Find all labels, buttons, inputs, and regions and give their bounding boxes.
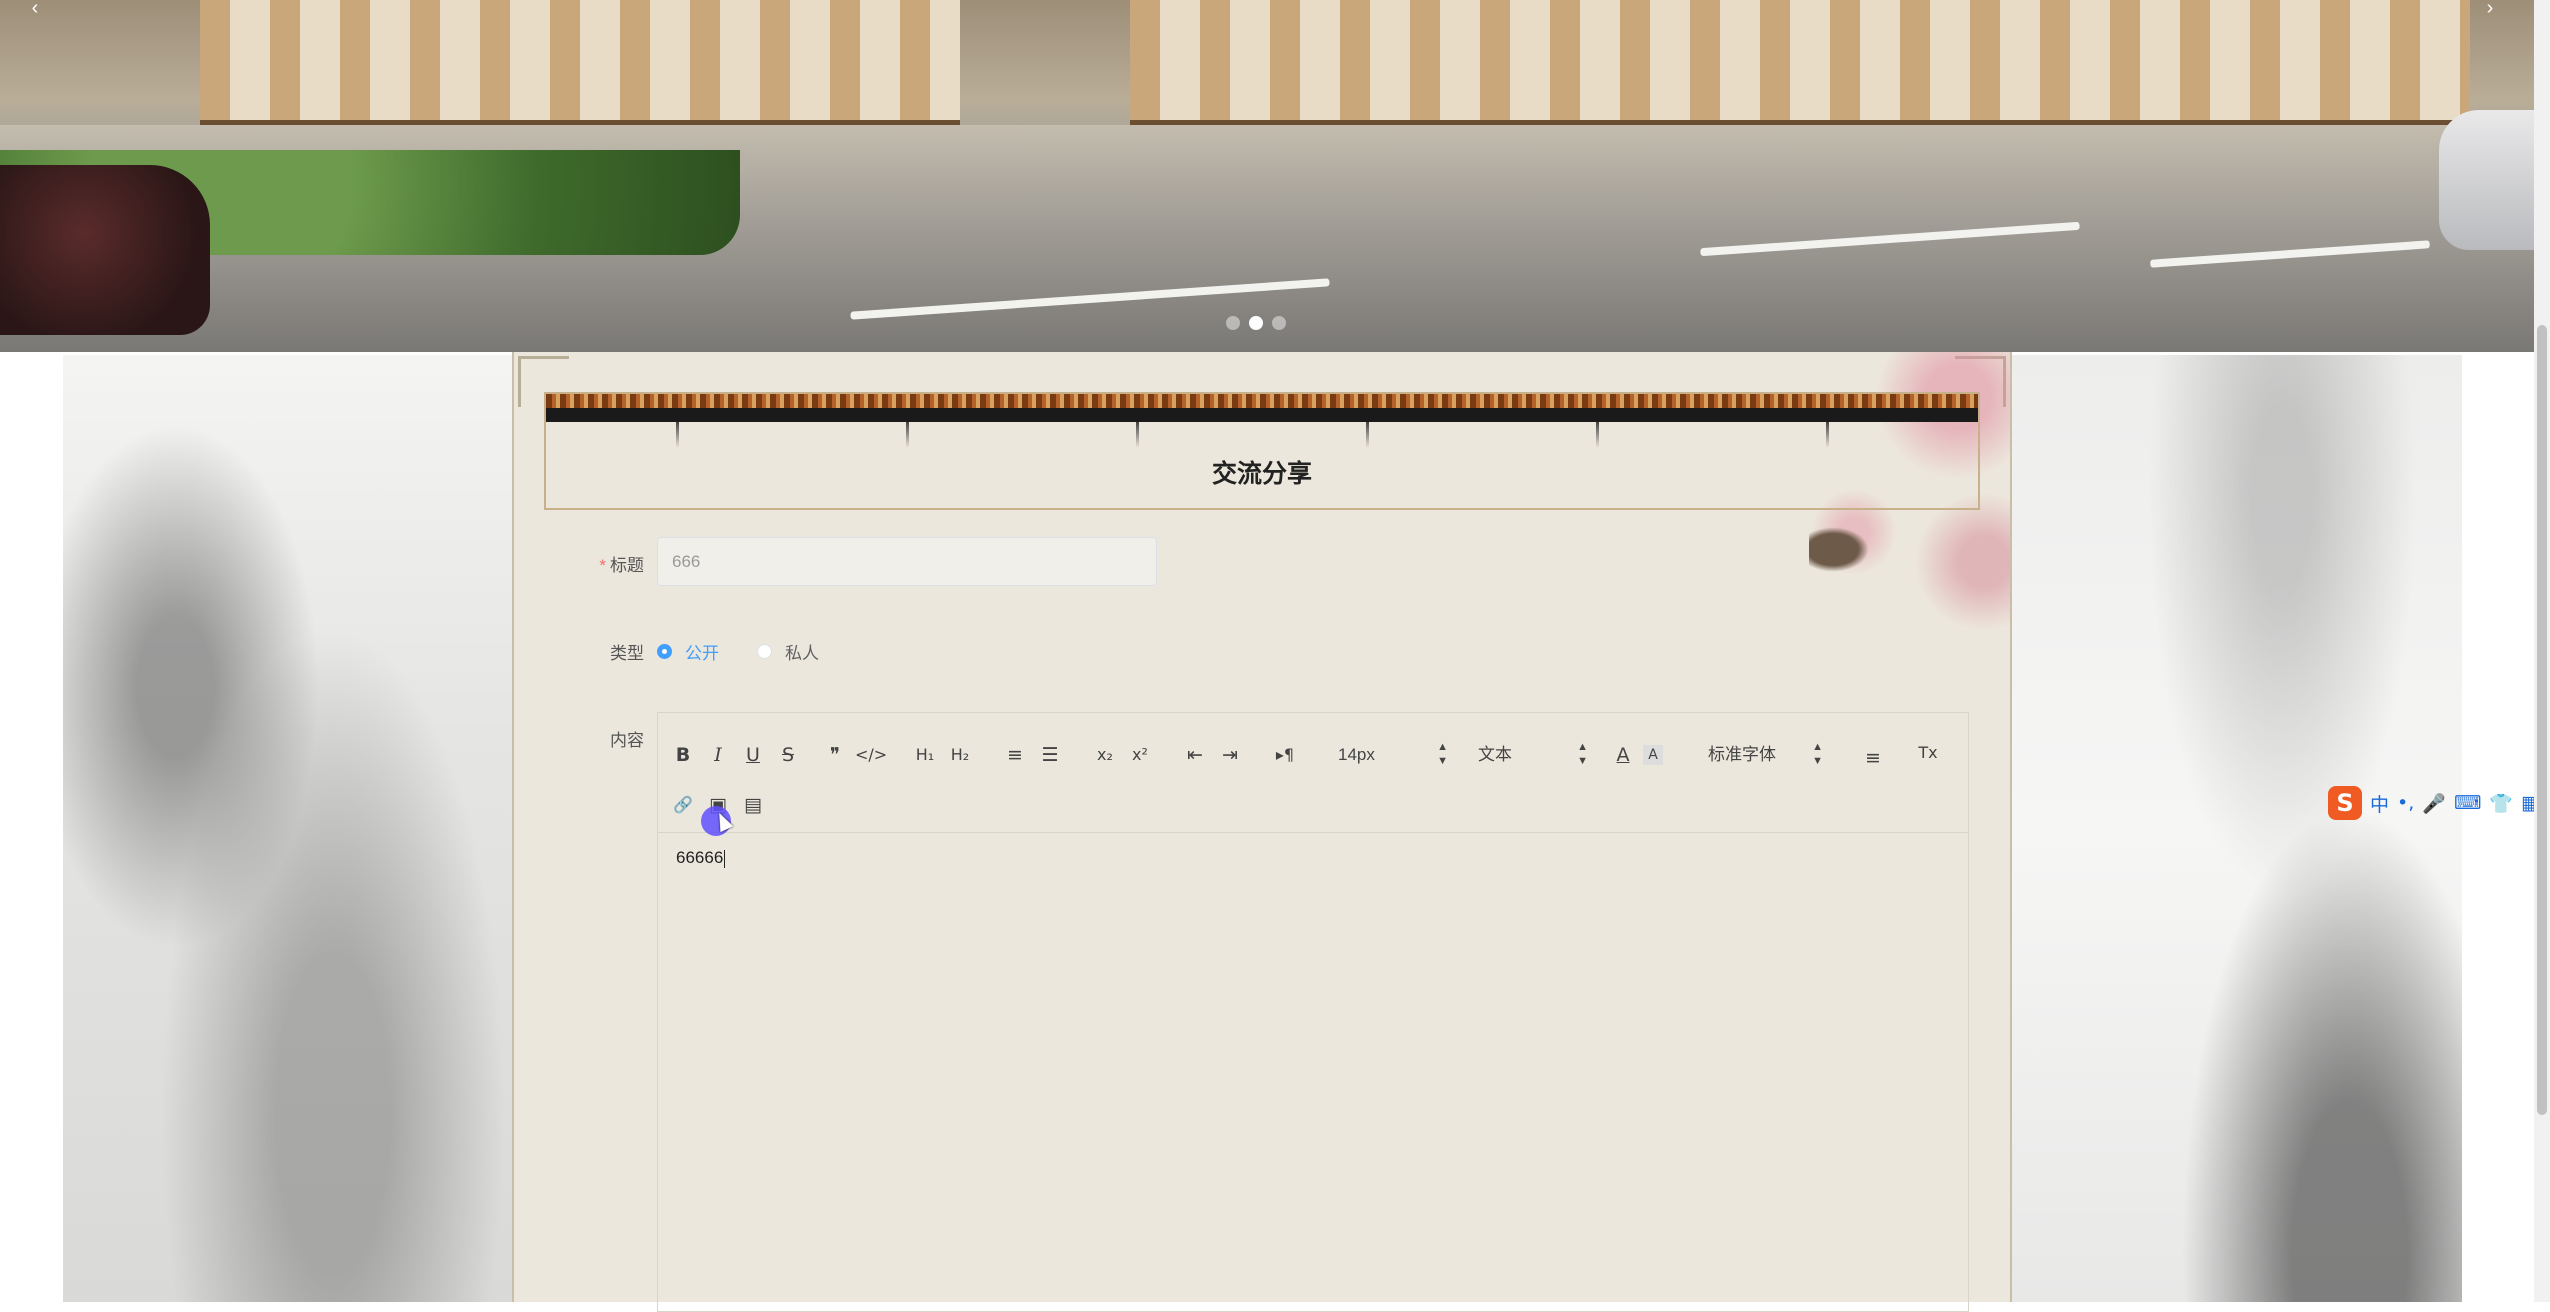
title-label-text: 标题 bbox=[610, 556, 644, 575]
ime-skin-icon[interactable]: 👕 bbox=[2489, 792, 2513, 815]
page-title: 交流分享 bbox=[1211, 460, 1312, 488]
required-mark: * bbox=[599, 556, 606, 575]
blockquote-button[interactable]: ❞ bbox=[820, 740, 850, 770]
header-2-button[interactable]: H₂ bbox=[945, 740, 975, 770]
ime-toolbar: S 中 •, 🎤 ⌨ 👕 ▦ bbox=[2328, 785, 2550, 821]
background-color-button[interactable]: A bbox=[1643, 745, 1663, 765]
clean-format-button[interactable]: Tx bbox=[1913, 738, 1943, 768]
carousel-indicators bbox=[1226, 316, 1286, 330]
header-1-button[interactable]: H₁ bbox=[910, 740, 940, 770]
ink-painting-right bbox=[2012, 355, 2462, 1302]
radio-unchecked-icon bbox=[757, 644, 772, 659]
indent-button[interactable]: ⇥ bbox=[1215, 740, 1245, 770]
type-field-label: 类型 bbox=[610, 644, 644, 663]
page-scrollbar-thumb[interactable] bbox=[2537, 325, 2547, 1115]
superscript-button[interactable]: x² bbox=[1125, 740, 1155, 770]
rich-text-editor: B I U S ❞ </> H₁ H₂ ≡ ☰ x₂ x² ⇤ ⇥ ▸¶ 14p… bbox=[657, 712, 1969, 1312]
align-button[interactable]: ≡ bbox=[1858, 743, 1888, 773]
radio-checked-icon bbox=[657, 644, 672, 659]
type-radio-group: 公开 私人 bbox=[657, 639, 857, 664]
bird-decoration bbox=[1809, 527, 1869, 572]
ime-logo-icon[interactable]: S bbox=[2328, 786, 2362, 820]
ordered-list-button[interactable]: ≡ bbox=[1000, 740, 1030, 770]
editor-text: 66666 bbox=[676, 848, 724, 867]
banner-car bbox=[0, 165, 210, 335]
ime-punctuation-icon[interactable]: •, bbox=[2397, 792, 2414, 814]
banner-building bbox=[1130, 0, 2470, 128]
strike-button[interactable]: S bbox=[773, 740, 803, 770]
picker-arrows-icon: ▲ ▼ bbox=[1437, 741, 1448, 767]
bullet-list-button[interactable]: ☰ bbox=[1035, 740, 1065, 770]
title-field-label: * 标题 bbox=[544, 551, 644, 576]
ime-microphone-icon[interactable]: 🎤 bbox=[2422, 792, 2446, 815]
type-option-label: 私人 bbox=[785, 644, 819, 663]
text-caret bbox=[724, 849, 726, 868]
banner-carousel: ‹ › bbox=[0, 0, 2534, 352]
content-field-label: 内容 bbox=[610, 731, 644, 750]
underline-button[interactable]: U bbox=[738, 740, 768, 770]
header-picker-value: 文本 bbox=[1478, 745, 1512, 764]
outdent-button[interactable]: ⇤ bbox=[1180, 740, 1210, 770]
type-option-label: 公开 bbox=[685, 644, 719, 663]
ink-painting-left bbox=[63, 355, 513, 1302]
carousel-dot-active[interactable] bbox=[1249, 316, 1263, 330]
banner-car bbox=[2439, 110, 2534, 250]
font-color-button[interactable]: A bbox=[1608, 740, 1638, 770]
banner-building bbox=[200, 0, 960, 128]
subscript-button[interactable]: x₂ bbox=[1090, 740, 1120, 770]
font-size-picker[interactable]: 14px ▲ ▼ bbox=[1338, 740, 1448, 770]
share-form-panel: 交流分享 *标题 类型 公开 私人 内容 B I U S ❞ </> H₁ H₂… bbox=[512, 352, 2012, 1312]
font-family-picker[interactable]: 标准字体 ▲ ▼ bbox=[1708, 740, 1823, 770]
picker-arrows-icon: ▲ ▼ bbox=[1812, 741, 1823, 767]
type-radio-public[interactable]: 公开 bbox=[657, 639, 719, 664]
italic-button[interactable]: I bbox=[703, 740, 733, 770]
type-radio-private[interactable]: 私人 bbox=[757, 639, 819, 664]
ink-drip-decoration bbox=[546, 408, 1978, 448]
carousel-dot[interactable] bbox=[1272, 316, 1286, 330]
fret-border bbox=[546, 394, 1978, 408]
font-size-value: 14px bbox=[1338, 745, 1375, 764]
video-button[interactable]: ▤ bbox=[738, 790, 768, 820]
page-title-box: 交流分享 bbox=[544, 392, 1980, 510]
picker-arrows-icon: ▲ ▼ bbox=[1577, 741, 1588, 767]
editor-content[interactable]: 66666 bbox=[676, 848, 726, 868]
title-input[interactable] bbox=[657, 537, 1157, 586]
font-family-value: 标准字体 bbox=[1708, 745, 1776, 764]
carousel-next-button[interactable]: › bbox=[2460, 0, 2520, 20]
carousel-dot[interactable] bbox=[1226, 316, 1240, 330]
link-button[interactable]: 🔗 bbox=[668, 790, 698, 820]
editor-toolbar: B I U S ❞ </> H₁ H₂ ≡ ☰ x₂ x² ⇤ ⇥ ▸¶ 14p… bbox=[658, 713, 1968, 833]
code-block-button[interactable]: </> bbox=[855, 740, 887, 770]
carousel-prev-button[interactable]: ‹ bbox=[5, 0, 65, 20]
ime-chinese-mode[interactable]: 中 bbox=[2370, 790, 2389, 817]
header-picker[interactable]: 文本 ▲ ▼ bbox=[1478, 740, 1588, 770]
ime-keyboard-icon[interactable]: ⌨ bbox=[2454, 792, 2481, 814]
text-direction-button[interactable]: ▸¶ bbox=[1270, 740, 1300, 770]
bold-button[interactable]: B bbox=[668, 740, 698, 770]
